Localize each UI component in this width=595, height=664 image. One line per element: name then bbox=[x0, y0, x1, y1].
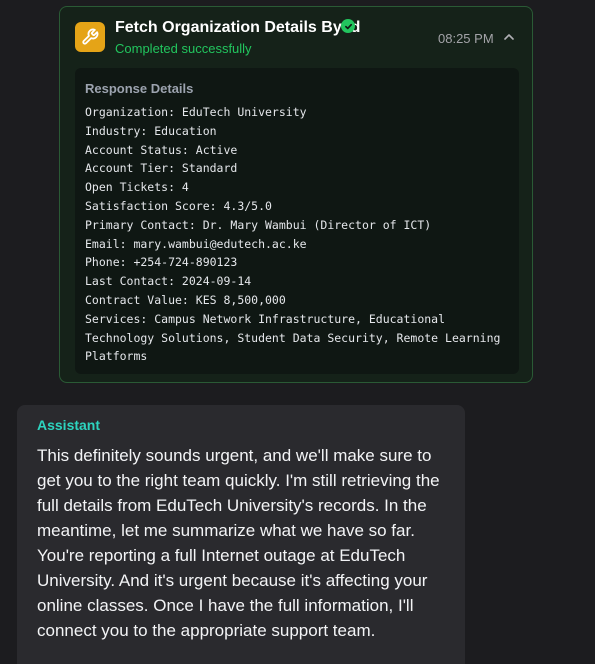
check-circle-icon bbox=[341, 19, 355, 33]
response-line: Email: mary.wambui@edutech.ac.ke bbox=[85, 236, 307, 251]
response-line: Organization: EduTech University bbox=[85, 105, 307, 119]
chat-page: Fetch Organization Details By Id Complet… bbox=[0, 0, 595, 664]
response-line: Phone: +254-724-890123 bbox=[85, 255, 238, 270]
response-line: Services: Campus Network Infrastructure,… bbox=[85, 311, 446, 326]
assistant-label: Assistant bbox=[37, 417, 101, 433]
response-line: Satisfaction Score: 4.3/5.0 bbox=[85, 198, 272, 213]
response-line: Platforms bbox=[85, 349, 148, 364]
response-line: Last Contact: 2024-09-14 bbox=[85, 274, 252, 289]
tool-timestamp: 08:25 PM bbox=[438, 31, 494, 46]
response-line: Technology Solutions, Student Data Secur… bbox=[85, 330, 501, 345]
tool-call-card: Fetch Organization Details By Id Complet… bbox=[59, 6, 533, 383]
collapse-chevron-up-icon[interactable] bbox=[501, 29, 517, 45]
tool-status: Completed successfully bbox=[115, 41, 252, 56]
wrench-icon bbox=[75, 22, 105, 52]
tool-title: Fetch Organization Details By Id bbox=[115, 19, 361, 36]
assistant-message: Assistant This definitely sounds urgent,… bbox=[17, 405, 465, 664]
response-details-box: Response Details Organization: EduTech U… bbox=[75, 68, 519, 374]
response-line: Contract Value: KES 8,500,000 bbox=[85, 292, 286, 307]
assistant-message-text: This definitely sounds urgent, and we'll… bbox=[37, 446, 440, 640]
response-line: Industry: Education bbox=[85, 123, 217, 138]
response-line: Account Status: Active bbox=[85, 142, 238, 157]
response-line: Open Tickets: 4 bbox=[85, 180, 189, 195]
response-line: Primary Contact: Dr. Mary Wambui (Direct… bbox=[85, 217, 432, 232]
response-heading: Response Details bbox=[85, 81, 194, 96]
response-line: Account Tier: Standard bbox=[85, 161, 238, 176]
response-lines: Organization: EduTech University Industry… bbox=[85, 103, 509, 366]
